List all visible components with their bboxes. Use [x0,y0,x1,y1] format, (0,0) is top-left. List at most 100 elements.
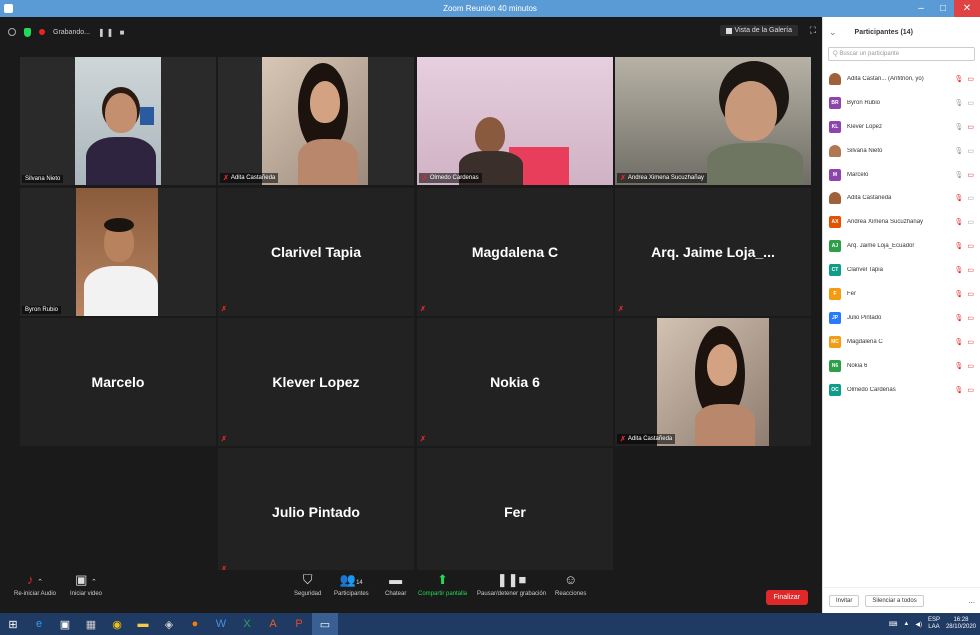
store-icon[interactable]: ▣ [52,613,78,635]
maximize-button[interactable]: □ [932,0,954,17]
participant-name: Marcelo [847,171,869,178]
camera-off-icon: ▭ [967,123,974,131]
network-icon[interactable]: ▲ [903,621,909,627]
participant-video [218,57,414,185]
tile-name-label: ✗ Olmedo Cardenas [419,173,482,183]
participant-row[interactable]: Adita Castañ... (Anfitrión, yo) 🎙 ▭ [823,67,980,91]
video-tile[interactable]: Nokia 6 ✗ [417,318,613,446]
participant-video [417,57,613,185]
app-icon[interactable]: ▦ [78,613,104,635]
video-tile[interactable]: ✗ Adita Castañeda [615,318,811,446]
audio-label: Re-iniciar Audio [14,591,57,597]
camera-icon: ▭ [967,99,974,107]
avatar: BR [829,96,841,109]
mic-muted-icon: ✗ [420,306,426,313]
mic-icon: 🎙 [954,171,964,179]
end-meeting-button[interactable]: Finalizar [765,590,808,605]
acrobat-icon[interactable]: A [260,613,286,635]
meeting-info-icon[interactable] [8,28,16,36]
mute-all-button[interactable]: Silenciar a todos [865,594,924,607]
participant-row[interactable]: AJ Arq. Jaime Loja_Ecuador 🎙 ▭ [823,234,980,258]
video-tile[interactable]: Magdalena C ✗ [417,188,613,316]
video-button[interactable]: ▣ ⌃ Iniciar video [70,572,102,597]
edge-icon[interactable]: e [26,613,52,635]
audio-button[interactable]: ♪ ⌃ Re-iniciar Audio [14,572,56,597]
close-button[interactable]: ✕ [954,0,980,17]
video-tile[interactable]: Fer [417,448,613,576]
powerpoint-icon[interactable]: P [286,613,312,635]
camera-off-icon: ▭ [967,386,974,394]
video-tile[interactable]: Byron Rubio [20,188,216,316]
participant-row[interactable]: BR Byron Rubio 🎙 ▭ [823,91,980,115]
video-tile[interactable]: Julio Pintado ✗ [218,448,414,576]
encryption-shield-icon[interactable] [24,27,31,37]
start-button[interactable]: ⊞ [0,613,26,635]
meeting-controls: ♪ ⌃ Re-iniciar Audio ▣ ⌃ Iniciar video ⛉… [0,570,822,613]
security-button[interactable]: ⛉ Seguridad [294,572,321,597]
mic-muted-icon: 🎙 [954,75,964,83]
video-tile[interactable]: Arq. Jaime Loja_... ✗ [615,188,811,316]
participant-row[interactable]: N6 Nokia 6 🎙 ▭ [823,354,980,378]
participant-row[interactable]: KL Klever Lopez 🎙 ▭ [823,115,980,139]
participant-row[interactable]: CT Clarivel Tapia 🎙 ▭ [823,258,980,282]
excel-icon[interactable]: X [234,613,260,635]
participant-row[interactable]: AX Andrea Ximena Sucuzhañay 🎙 ▭ [823,210,980,234]
avatar: KL [829,120,841,133]
share-label: Compartir pantalla [418,591,468,597]
clock[interactable]: 16:28 28/10/2020 [946,617,976,631]
gallery-view-button[interactable]: Vista de la Galería [719,25,798,36]
participant-name: Arq. Jaime Loja_Ecuador [847,243,915,250]
keyboard-icon[interactable]: ⌨ [889,621,898,628]
zoom-taskbar-icon[interactable]: ▭ [312,613,338,635]
chat-button[interactable]: ▬ Chatear [385,572,406,597]
video-tile[interactable]: Clarivel Tapia ✗ [218,188,414,316]
share-screen-button[interactable]: ⬆ Compartir pantalla [418,572,467,597]
mic-icon: 🎙 [954,123,964,131]
participant-row[interactable]: MC Magdalena C 🎙 ▭ [823,330,980,354]
invite-button[interactable]: Invitar [829,594,860,607]
mic-muted-icon: ✗ [620,436,626,443]
shield-icon: ⛉ [302,572,313,587]
participant-video [615,318,811,446]
more-options-button[interactable]: ... [968,596,975,605]
word-icon[interactable]: W [208,613,234,635]
tile-name-label: Byron Rubio [22,306,62,314]
tile-name-label: Silvana Nieto [22,175,64,183]
participant-row[interactable]: OC Olmedo Cardenas 🎙 ▭ [823,378,980,402]
collapse-chevron-icon[interactable]: ⌄ [829,27,837,38]
video-tile[interactable]: ✗ Andrea Ximena Sucuzhañay [615,57,811,185]
record-button[interactable]: ❚❚■ Pausar/detener grabación [477,572,546,597]
file-explorer-icon[interactable]: ▬ [130,613,156,635]
pause-stop-icon: ❚❚■ [496,572,527,587]
participants-button[interactable]: 👥14 Participantes [334,572,369,597]
minimize-button[interactable]: – [910,0,932,17]
participant-row[interactable]: M Marcelo 🎙 ▭ [823,163,980,187]
video-tile[interactable]: Marcelo [20,318,216,446]
firefox-icon[interactable]: ● [182,613,208,635]
mic-muted-icon: ✗ [223,175,229,182]
participant-row[interactable]: F Fer 🎙 ▭ [823,282,980,306]
participant-row[interactable]: Silvana Nieto 🎙 ▭ [823,139,980,163]
window-title: Zoom Reunión 40 minutos [443,4,537,13]
chat-bubble-icon: ▬ [389,572,403,587]
language-indicator[interactable]: ESP LAA [928,617,940,631]
chrome-icon[interactable]: ◉ [104,613,130,635]
volume-icon[interactable]: ◀) [915,621,922,628]
mic-muted-icon: ✗ [420,436,426,443]
participant-name: Fer [504,504,526,520]
avatar [829,144,841,157]
participant-row[interactable]: JP Julio Pintado 🎙 ▭ [823,306,980,330]
video-tile[interactable]: Silvana Nieto [20,57,216,185]
video-tile[interactable]: ✗ Olmedo Cardenas [417,57,613,185]
reactions-button[interactable]: ☺ Reacciones [555,572,586,597]
app2-icon[interactable]: ◈ [156,613,182,635]
pause-recording-icon[interactable]: ❚❚ ■ [98,28,126,37]
video-tile[interactable]: ✗ Adita Castañeda [218,57,414,185]
fullscreen-icon[interactable]: ⛶ [810,25,816,36]
video-tile[interactable]: Klever Lopez ✗ [218,318,414,446]
mic-muted-icon: 🎙 [954,219,964,227]
participant-row[interactable]: Adita Castañeda 🎙 ▭ [823,186,980,210]
avatar: N6 [829,359,841,372]
participant-name: Klever Lopez [272,374,360,390]
participant-search-input[interactable]: Q Buscar un participante [828,47,975,61]
